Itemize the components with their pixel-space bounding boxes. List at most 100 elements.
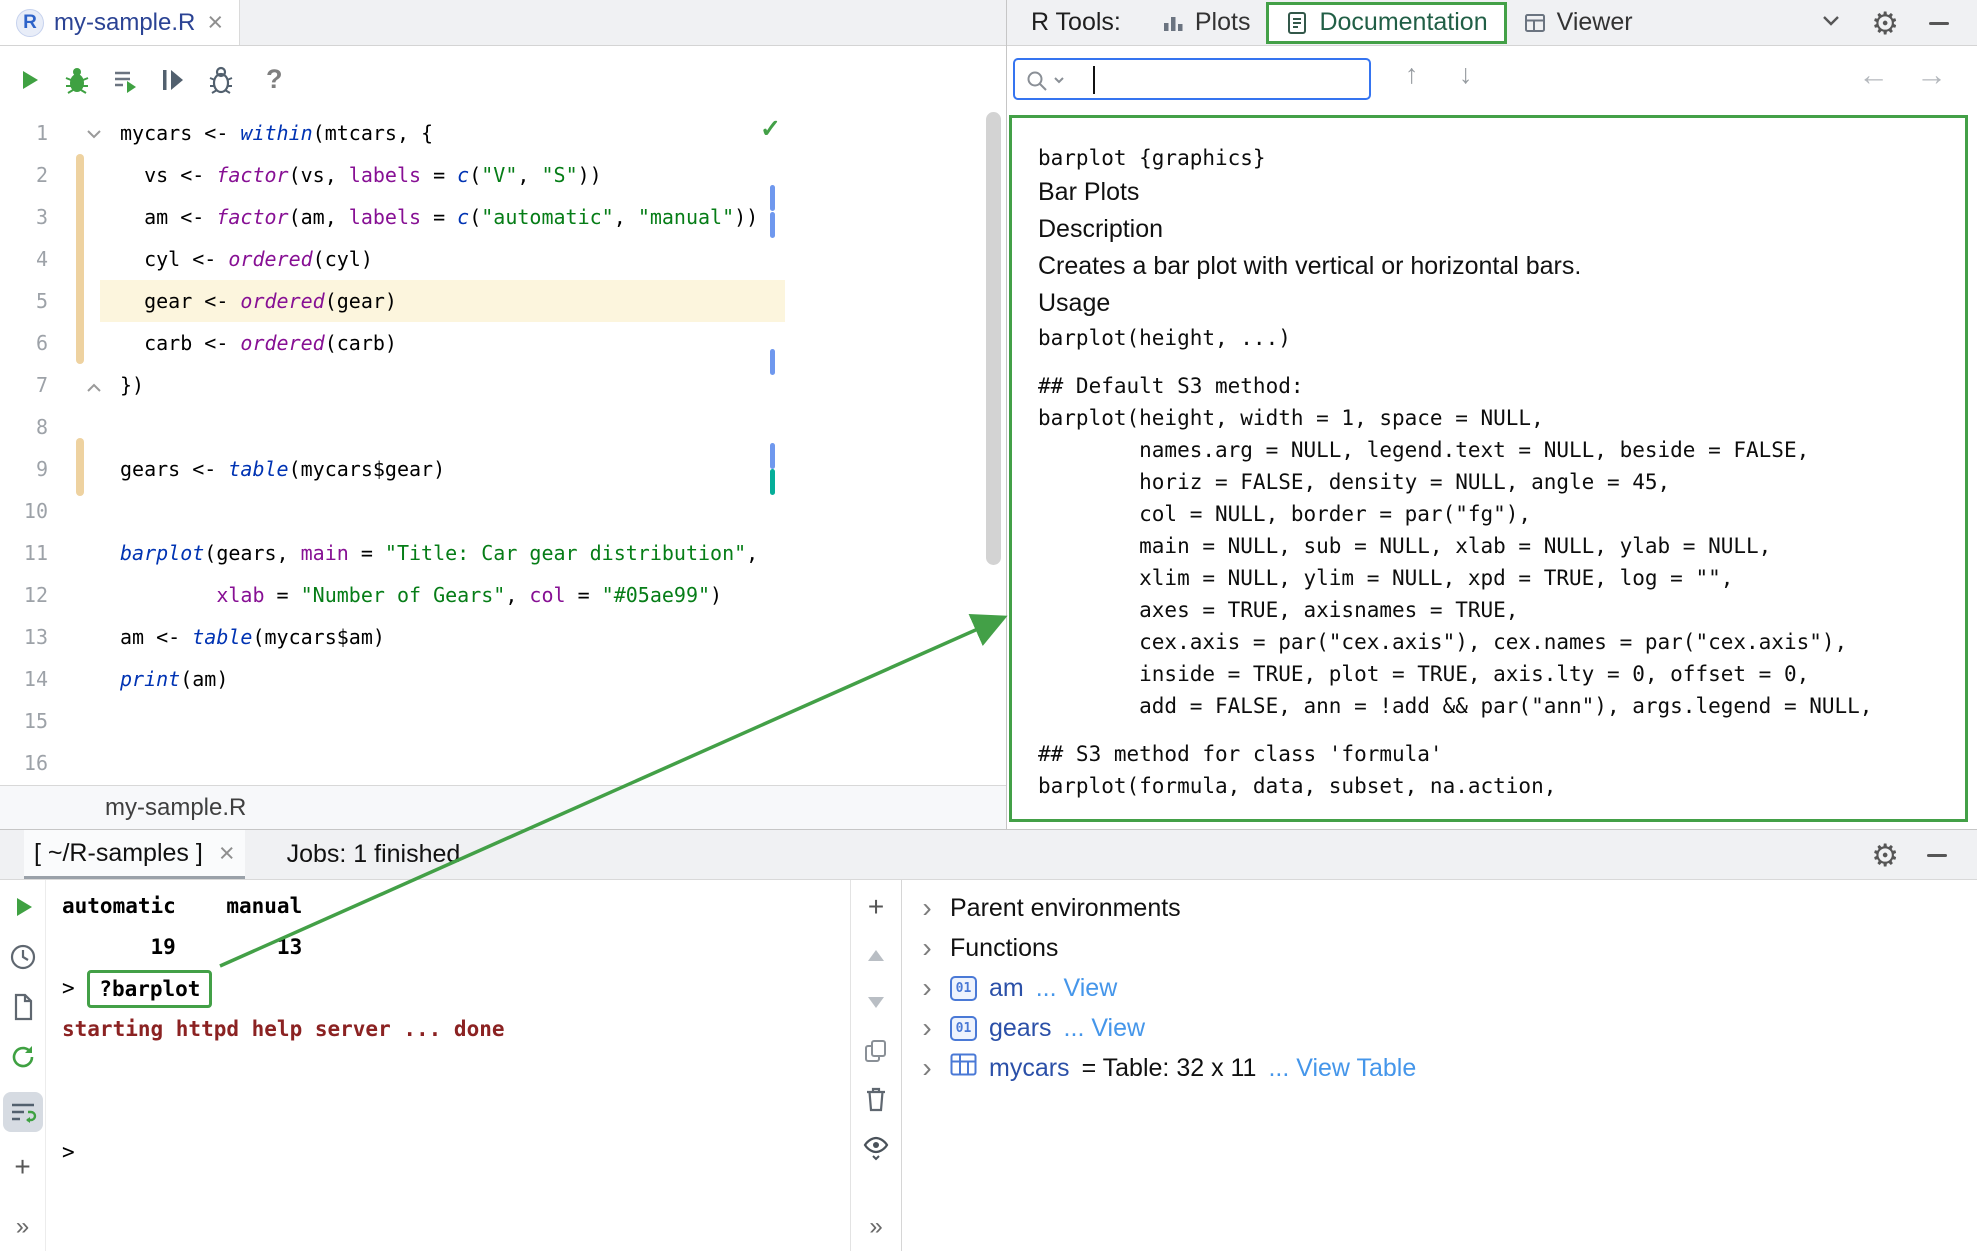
doc-line: ## Default S3 method: — [1038, 370, 1965, 402]
run-to-cursor-button[interactable] — [156, 63, 190, 97]
chevron-right-icon[interactable]: › — [916, 894, 938, 922]
jobs-label[interactable]: Jobs: 1 finished — [287, 840, 461, 869]
inspection-ok-icon[interactable]: ✓ — [760, 114, 781, 144]
doc-line: inside = TRUE, plot = TRUE, axis.lty = 0… — [1038, 658, 1965, 690]
add-watch-button[interactable]: + — [861, 892, 891, 922]
history-button[interactable] — [8, 942, 38, 972]
console-line[interactable]: 19 13 — [62, 927, 850, 968]
copy-button[interactable] — [861, 1036, 891, 1066]
run-selection-button[interactable] — [108, 63, 142, 97]
doc-search-input[interactable] — [1013, 58, 1371, 100]
more-actions-icon[interactable]: » — [869, 1213, 882, 1241]
annotated-command[interactable]: ?barplot — [87, 970, 212, 1008]
code-line[interactable]: }) — [118, 364, 1006, 406]
add-console-button[interactable]: + — [8, 1152, 38, 1182]
console-line[interactable]: > ?barplot — [62, 968, 850, 1009]
doc-line: xlim = NULL, ylim = NULL, xpd = TRUE, lo… — [1038, 562, 1965, 594]
close-icon[interactable]: × — [219, 840, 235, 867]
line-number: 10 — [0, 490, 48, 532]
show-values-eye-button[interactable] — [861, 1132, 891, 1162]
fold-end-icon[interactable] — [86, 380, 102, 398]
gear-icon[interactable]: ⚙ — [1871, 8, 1899, 39]
console-output[interactable]: automatic manual 19 13> ?barplotstarting… — [46, 880, 850, 1251]
code-line[interactable]: carb <- ordered(carb) — [118, 322, 1006, 364]
view-link[interactable]: ... View — [1036, 974, 1118, 1003]
more-actions-icon[interactable]: » — [16, 1213, 29, 1241]
vcs-change-stripe — [76, 154, 84, 364]
breadcrumb-file[interactable]: my-sample.R — [105, 794, 246, 822]
help-button[interactable]: ? — [266, 64, 283, 95]
run-file-button[interactable] — [12, 63, 46, 97]
code-line[interactable]: vs <- factor(vs, labels = c("V", "S")) — [118, 154, 1006, 196]
env-row-gears[interactable]: ›01gears... View — [916, 1008, 1977, 1048]
doc-line: Usage — [1038, 285, 1965, 322]
console-line[interactable]: > — [62, 1132, 850, 1173]
code-line[interactable]: print(am) — [118, 658, 1006, 700]
tab-plots[interactable]: Plots — [1145, 0, 1267, 46]
code-line[interactable] — [118, 742, 1006, 784]
debug-file-button[interactable] — [60, 63, 94, 97]
code-line[interactable]: mycars <- within(mtcars, { — [118, 112, 1006, 154]
rtools-header-actions: ⚙ — [1821, 0, 1949, 46]
env-row-mycars[interactable]: ›mycars= Table: 32 x 11... View Table — [916, 1048, 1977, 1088]
close-icon[interactable]: × — [207, 9, 223, 36]
error-stripe-mark[interactable] — [770, 185, 775, 211]
show-file-button[interactable] — [8, 992, 38, 1022]
rerun-button[interactable] — [8, 892, 38, 922]
minimize-icon[interactable] — [1927, 854, 1947, 857]
console-line[interactable] — [62, 1050, 850, 1091]
code-line[interactable]: gears <- table(mycars$gear) — [118, 448, 1006, 490]
minimize-icon[interactable] — [1929, 22, 1949, 25]
error-stripe-mark[interactable] — [770, 443, 775, 469]
doc-line: add = FALSE, ann = !add && par("ann"), a… — [1038, 690, 1965, 722]
code-line[interactable]: gear <- ordered(gear) — [100, 280, 785, 322]
back-icon[interactable]: ← — [1858, 59, 1889, 90]
chevron-right-icon[interactable]: › — [916, 934, 938, 962]
fold-region-icon[interactable] — [86, 126, 102, 144]
code-line[interactable]: cyl <- ordered(cyl) — [118, 238, 1006, 280]
doc-line: cex.axis = par("cex.axis"), cex.names = … — [1038, 626, 1965, 658]
soft-wrap-button[interactable] — [3, 1092, 43, 1132]
code-editor[interactable]: 12345678910111213141516 mycars <- within… — [0, 112, 1006, 785]
debugger-button[interactable] — [204, 63, 238, 97]
move-up-button[interactable] — [861, 940, 891, 970]
view-link[interactable]: ... View Table — [1268, 1054, 1416, 1083]
env-row-am[interactable]: ›01am... View — [916, 968, 1977, 1008]
editor-tab-my-sample[interactable]: R my-sample.R × — [0, 0, 240, 45]
editor-tabbar: R my-sample.R × — [0, 0, 1006, 46]
error-stripe-mark[interactable] — [770, 212, 775, 238]
console-line[interactable]: starting httpd help server ... done — [62, 1009, 850, 1050]
view-link[interactable]: ... View — [1064, 1014, 1146, 1043]
forward-icon[interactable]: → — [1916, 59, 1947, 90]
console-tab[interactable]: [ ~/R-samples ] × — [24, 830, 245, 879]
delete-button[interactable] — [861, 1084, 891, 1114]
next-occurrence-icon[interactable]: ↓ — [1459, 61, 1473, 88]
documentation-content[interactable]: barplot {graphics}Bar PlotsDescriptionCr… — [1009, 115, 1968, 822]
code-line[interactable]: xlab = "Number of Gears", col = "#05ae99… — [118, 574, 1006, 616]
error-stripe-mark[interactable] — [770, 349, 775, 375]
tab-documentation[interactable]: Documentation — [1266, 2, 1506, 44]
env-row-parent-environments[interactable]: ›Parent environments — [916, 888, 1977, 928]
code-line[interactable] — [118, 700, 1006, 742]
chevron-right-icon[interactable]: › — [916, 974, 938, 1002]
console-line[interactable]: automatic manual — [62, 886, 850, 927]
chevron-down-icon[interactable] — [1821, 14, 1841, 33]
color-stripe-mark[interactable] — [770, 469, 775, 495]
breadcrumb-bar: my-sample.R — [0, 785, 1006, 829]
code-line[interactable]: am <- table(mycars$am) — [118, 616, 1006, 658]
viewer-icon — [1523, 11, 1547, 35]
chevron-right-icon[interactable]: › — [916, 1054, 938, 1082]
chevron-right-icon[interactable]: › — [916, 1014, 938, 1042]
code-line[interactable] — [118, 490, 1006, 532]
tab-viewer[interactable]: Viewer — [1507, 0, 1649, 46]
env-row-functions[interactable]: ›Functions — [916, 928, 1977, 968]
code-line[interactable]: am <- factor(am, labels = c("automatic",… — [118, 196, 1006, 238]
previous-occurrence-icon[interactable]: ↑ — [1405, 61, 1419, 88]
gear-icon[interactable]: ⚙ — [1871, 840, 1899, 871]
console-line[interactable] — [62, 1091, 850, 1132]
move-down-button[interactable] — [861, 988, 891, 1018]
editor-scrollbar[interactable] — [986, 112, 1001, 565]
refresh-environment-button[interactable] — [8, 1042, 38, 1072]
code-line[interactable]: barplot(gears, main = "Title: Car gear d… — [118, 532, 1006, 574]
code-line[interactable] — [118, 406, 1006, 448]
